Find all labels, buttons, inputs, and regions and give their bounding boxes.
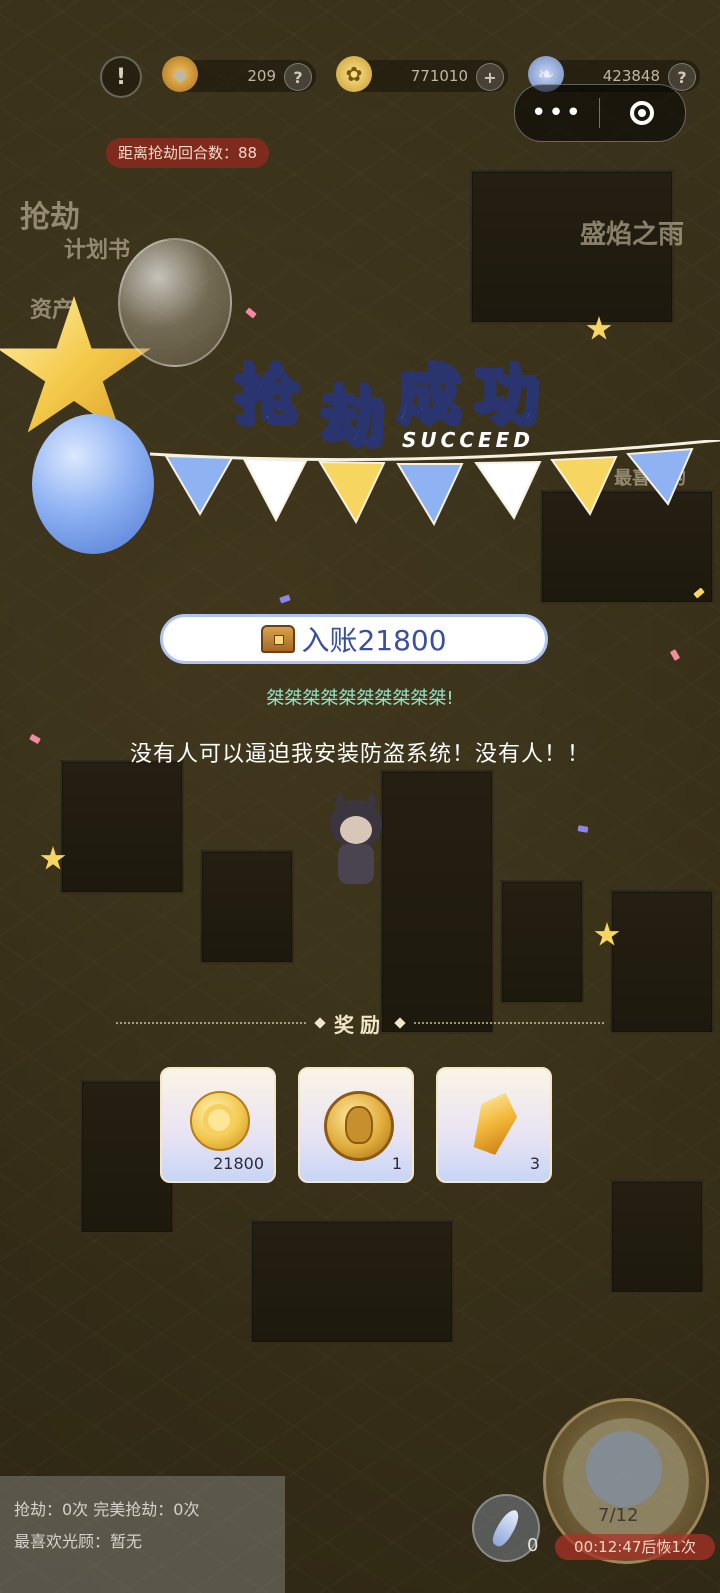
gold-coin-icon (190, 1091, 250, 1151)
crystal-icon: ◆ (162, 56, 198, 92)
crystal-help-button[interactable]: ? (284, 63, 312, 91)
title-char: 功 (473, 358, 540, 435)
plan-label: 计划书 (64, 238, 131, 263)
gold-coin-icon: ✿ (336, 56, 372, 92)
diamond-icon (314, 1017, 326, 1029)
more-menu-button[interactable]: ••• (515, 85, 599, 141)
feather-icon (489, 1506, 523, 1550)
close-miniprogram-button[interactable] (600, 101, 684, 125)
income-amount: 入账21800 (301, 624, 447, 657)
reward-count: 1 (391, 1154, 402, 1173)
rob-plan-label: 抢劫 (20, 200, 80, 235)
miniprogram-capsule: ••• (514, 84, 686, 142)
feather-count: 0 (527, 1535, 539, 1556)
alert-button[interactable]: ! (100, 56, 142, 98)
favorite-visit-text: 最喜欢光顾：暂无 (14, 1532, 143, 1551)
dial-emblem (586, 1431, 662, 1507)
reward-card-ancient-coin[interactable]: 1 (298, 1067, 414, 1183)
rewards-header: 奖励 (0, 1008, 720, 1038)
gold-value: 771010 (410, 67, 468, 85)
rob-countdown-badge: 距离抢劫回合数：88 (106, 138, 270, 168)
target-icon (630, 101, 654, 125)
rewards-title: 奖励 (334, 1012, 386, 1037)
reward-card-gold[interactable]: 21800 (160, 1067, 276, 1183)
title-char: 成 (395, 358, 462, 435)
crystal-value: 209 (247, 67, 276, 85)
gold-add-button[interactable]: + (476, 63, 504, 91)
divider (116, 1022, 306, 1024)
bunting-flags (149, 440, 720, 527)
confetti-balloon (118, 238, 232, 367)
reward-count: 3 (529, 1154, 540, 1173)
ancient-coin-icon (324, 1091, 394, 1161)
recovery-timer: 00:12:47后恢1次 (555, 1534, 715, 1560)
reward-card-crystal[interactable]: 3 (436, 1067, 552, 1183)
amber-crystal-icon (467, 1086, 524, 1157)
event-rain-label: 盛焰之雨 (580, 220, 685, 250)
title-char: 抢 (233, 358, 300, 435)
rob-stats-text: 抢劫：0次 完美抢劫：0次 (14, 1500, 200, 1519)
laugh-text: 桀桀桀桀桀桀桀桀桀桀! (266, 688, 454, 709)
divider (414, 1022, 604, 1024)
feather-value: 423848 (602, 67, 660, 85)
rob-stats-panel: 抢劫：0次 完美抢劫：0次 最喜欢光顾：暂无 (0, 1476, 285, 1593)
character-quote: 没有人可以逼迫我安装防盗系统！没有人！！ (129, 742, 590, 767)
dial-progress: 7/12 (598, 1505, 639, 1526)
crystal-resource: ◆ 209 ? (162, 56, 316, 92)
income-pill: 入账21800 (160, 614, 548, 664)
character-sprite (330, 790, 382, 884)
diamond-icon (394, 1017, 406, 1029)
treasure-chest-icon (261, 625, 296, 653)
gold-resource: ✿ 771010 + (336, 56, 508, 92)
reward-count: 21800 (213, 1154, 264, 1173)
feather-help-button[interactable]: ? (668, 63, 696, 91)
